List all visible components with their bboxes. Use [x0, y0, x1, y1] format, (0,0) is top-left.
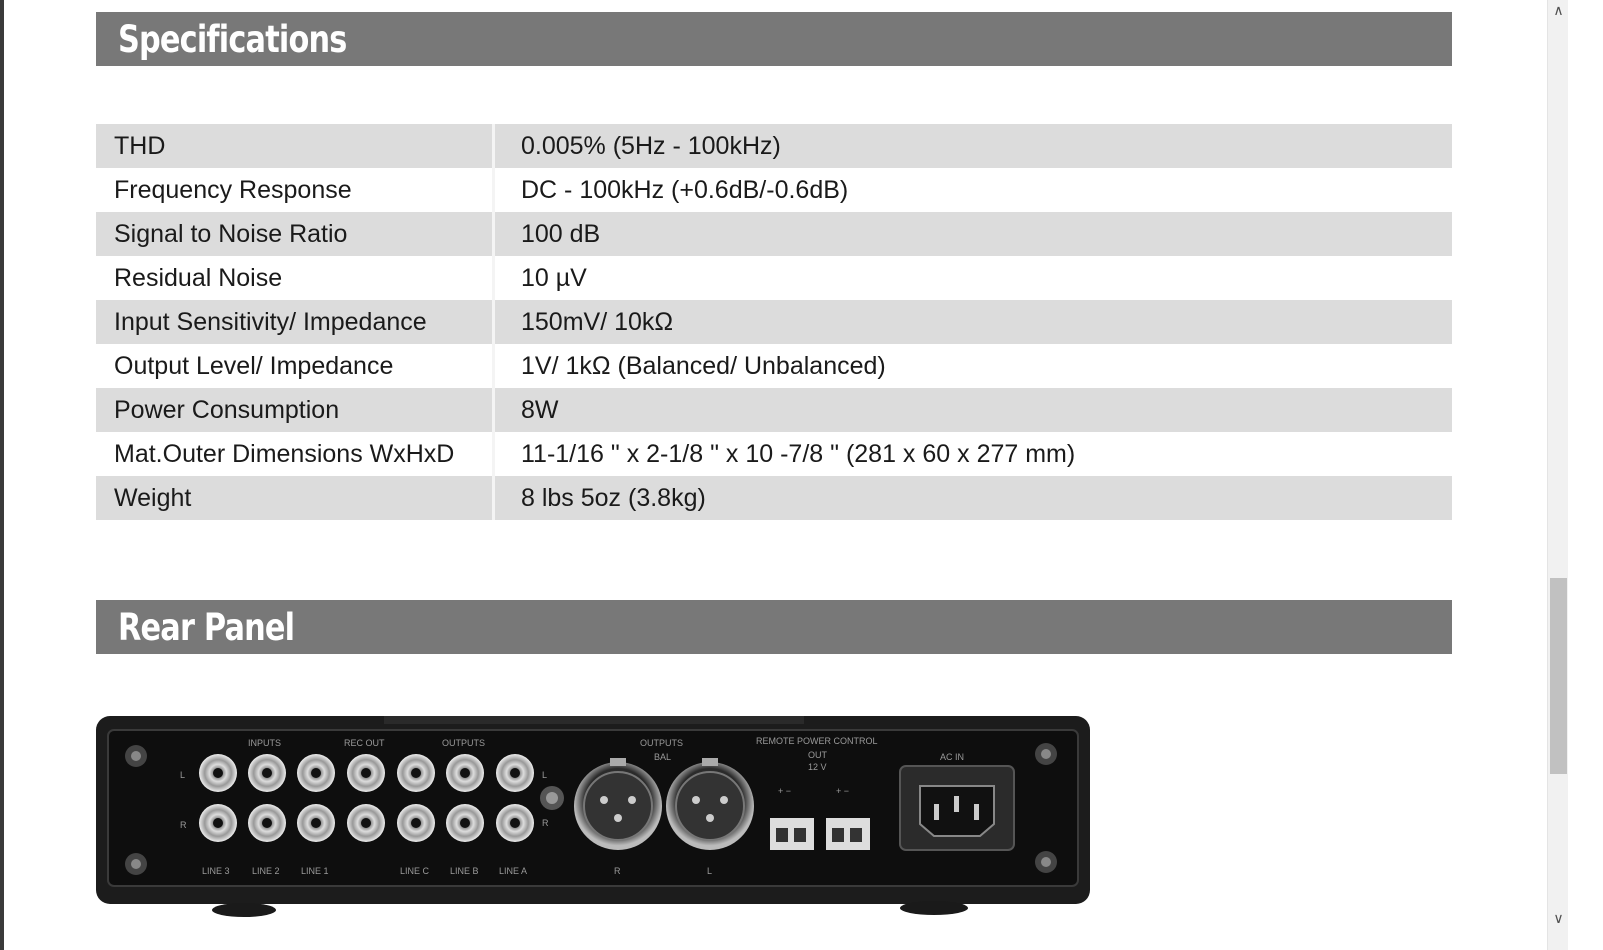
table-row: Input Sensitivity/ Impedance 150mV/ 10kΩ [96, 300, 1452, 344]
screw-icon [125, 745, 147, 767]
spec-value: 8 lbs 5oz (3.8kg) [493, 476, 1452, 520]
ground-post-icon [540, 786, 564, 810]
label-rec-out: REC OUT [344, 738, 385, 748]
spec-label: Mat.Outer Dimensions WxHxD [96, 432, 495, 476]
table-row: Signal to Noise Ratio 100 dB [96, 212, 1452, 256]
table-row: Frequency Response DC - 100kHz (+0.6dB/-… [96, 168, 1452, 212]
label-line1: LINE 1 [301, 866, 329, 876]
scroll-thumb[interactable] [1550, 578, 1567, 774]
label-bal: BAL [654, 752, 671, 762]
table-row: THD 0.005% (5Hz - 100kHz) [96, 124, 1452, 168]
label-line3: LINE 3 [202, 866, 230, 876]
rear-panel-title: Rear Panel [118, 606, 295, 649]
spec-label: Weight [96, 476, 495, 520]
label-ac-in: AC IN [940, 752, 964, 762]
rear-panel-image: INPUTS REC OUT OUTPUTS OUTPUTS BAL REMOT… [96, 716, 1090, 917]
specifications-header: Specifications [96, 12, 1452, 66]
spec-label: Residual Noise [96, 256, 495, 300]
table-row: Power Consumption 8W [96, 388, 1452, 432]
label-remote: REMOTE POWER CONTROL [756, 736, 878, 746]
spec-label: Frequency Response [96, 168, 495, 212]
scroll-up-icon[interactable]: ∧ [1548, 0, 1569, 20]
label-line2: LINE 2 [252, 866, 280, 876]
label-voltage: 12 V [808, 762, 827, 772]
window-left-edge [0, 0, 4, 950]
spec-value: DC - 100kHz (+0.6dB/-0.6dB) [493, 168, 1452, 212]
table-row: Weight 8 lbs 5oz (3.8kg) [96, 476, 1452, 520]
label-linea: LINE A [499, 866, 527, 876]
spec-value: 1V/ 1kΩ (Balanced/ Unbalanced) [493, 344, 1452, 388]
label-right: R [542, 818, 549, 828]
table-row: Residual Noise 10 µV [96, 256, 1452, 300]
foot [900, 901, 968, 915]
label-left: L [542, 770, 547, 780]
specifications-title: Specifications [118, 18, 347, 61]
remote-terminal [826, 818, 870, 850]
spec-value: 0.005% (5Hz - 100kHz) [493, 124, 1452, 168]
label-inputs: INPUTS [248, 738, 281, 748]
spec-value: 100 dB [493, 212, 1452, 256]
spec-label: THD [96, 124, 495, 168]
label-outputs-bal: OUTPUTS [640, 738, 683, 748]
remote-terminal [770, 818, 814, 850]
label-out: OUT [808, 750, 828, 760]
label-outputs: OUTPUTS [442, 738, 485, 748]
scroll-down-icon[interactable]: ∨ [1548, 908, 1569, 928]
screw-icon [1035, 851, 1057, 873]
specifications-table: THD 0.005% (5Hz - 100kHz) Frequency Resp… [96, 124, 1452, 520]
spec-value: 11-1/16 " x 2-1/8 " x 10 -7/8 " (281 x 6… [493, 432, 1452, 476]
table-row: Output Level/ Impedance 1V/ 1kΩ (Balance… [96, 344, 1452, 388]
label-xlr-left: L [707, 866, 712, 876]
table-row: Mat.Outer Dimensions WxHxD 11-1/16 " x 2… [96, 432, 1452, 476]
screw-icon [1035, 743, 1057, 765]
spec-label: Power Consumption [96, 388, 495, 432]
label-xlr-right: R [614, 866, 621, 876]
right-gutter [1568, 0, 1603, 950]
label-polarity: + − [778, 786, 791, 796]
label-right: R [180, 820, 187, 830]
spec-label: Output Level/ Impedance [96, 344, 495, 388]
spec-value: 150mV/ 10kΩ [493, 300, 1452, 344]
spec-label: Input Sensitivity/ Impedance [96, 300, 495, 344]
ac-inlet [899, 765, 1015, 851]
label-left: L [180, 770, 185, 780]
foot [212, 903, 276, 917]
label-lineb: LINE B [450, 866, 479, 876]
vertical-scrollbar[interactable]: ∧ ∨ [1547, 0, 1569, 950]
label-linec: LINE C [400, 866, 430, 876]
label-polarity: + − [836, 786, 849, 796]
spec-value: 8W [493, 388, 1452, 432]
rear-panel-header: Rear Panel [96, 600, 1452, 654]
spec-value: 10 µV [493, 256, 1452, 300]
spec-label: Signal to Noise Ratio [96, 212, 495, 256]
screw-icon [125, 853, 147, 875]
